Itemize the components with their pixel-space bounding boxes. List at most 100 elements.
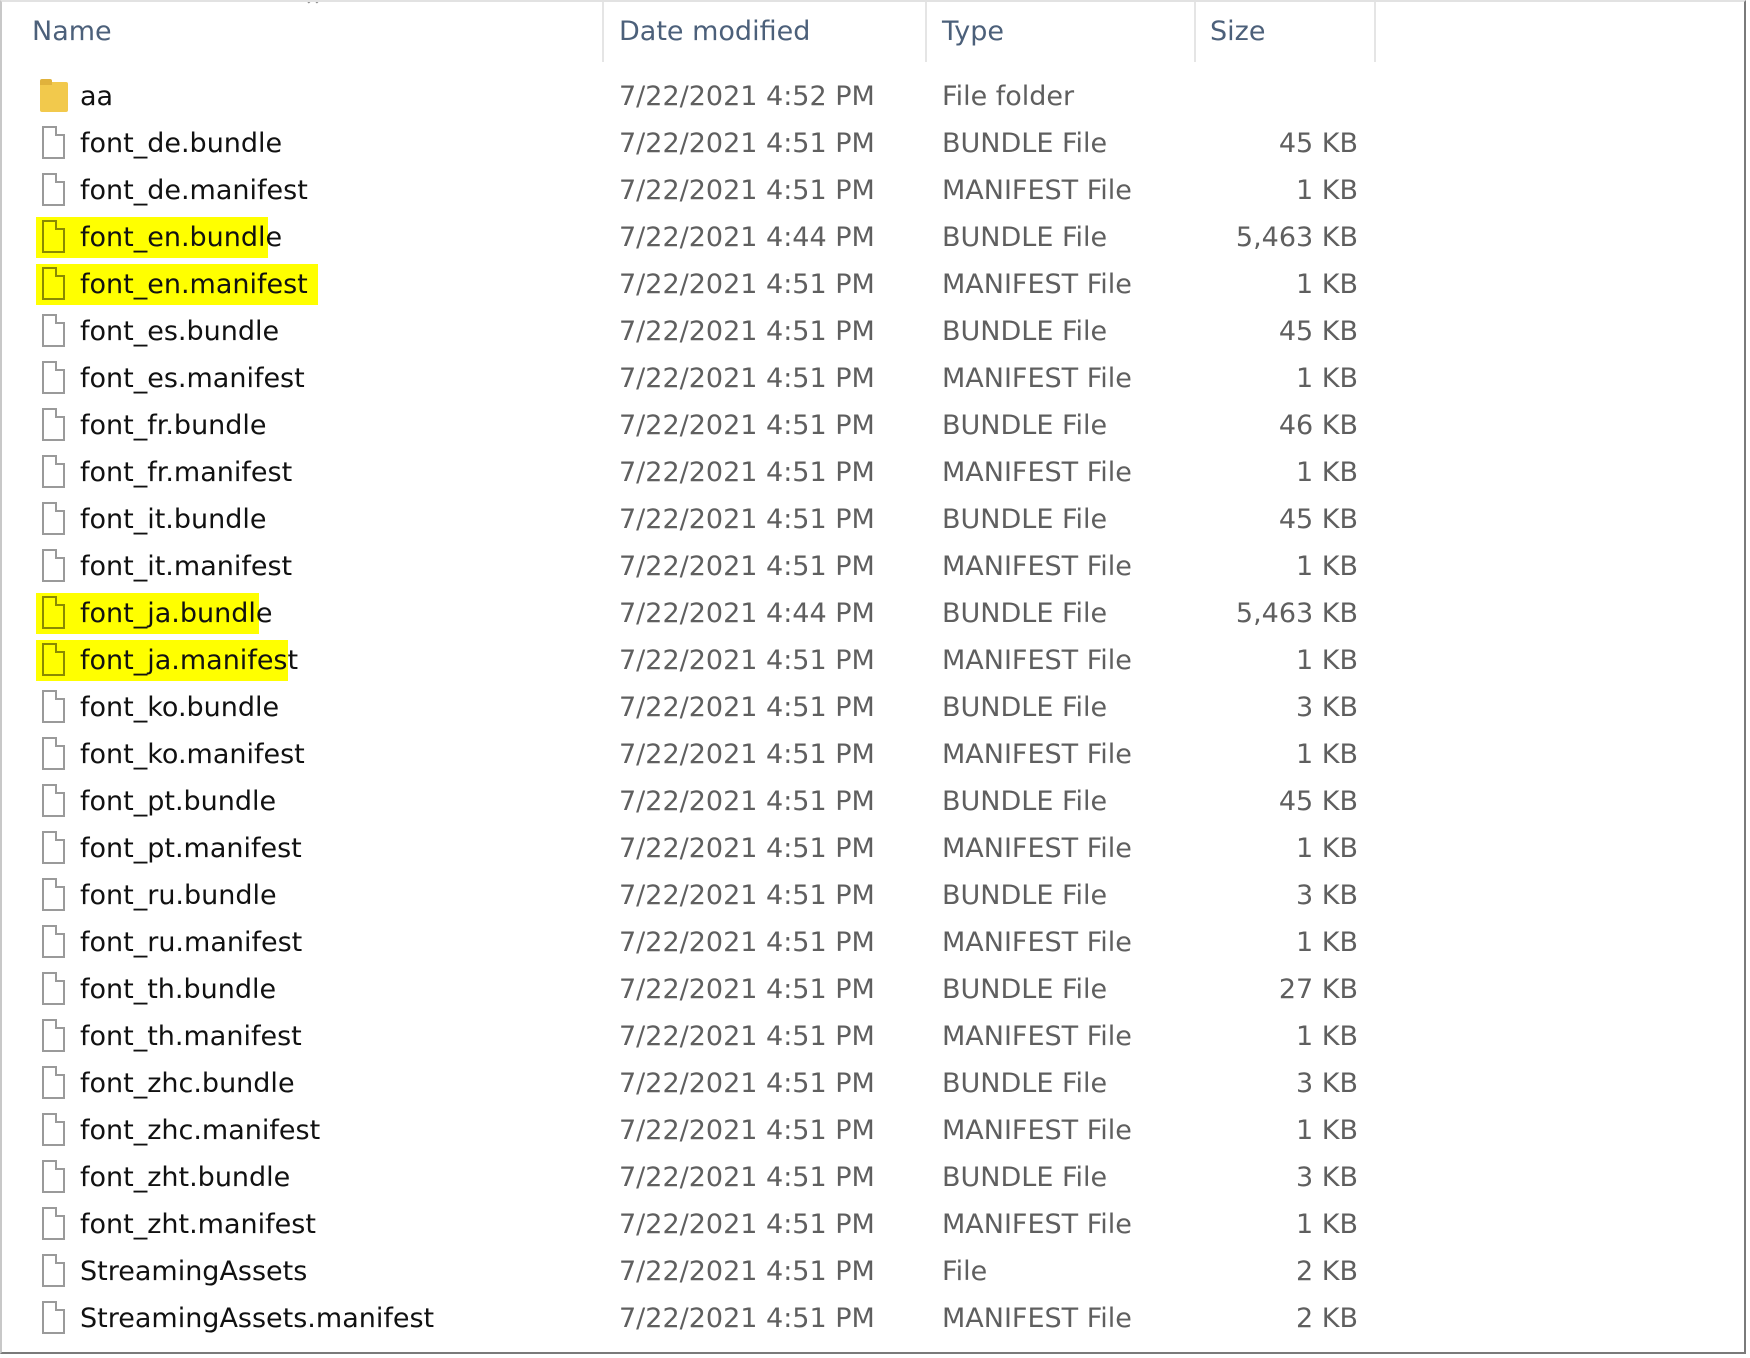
file-name: font_th.manifest [80, 1021, 302, 1052]
column-header-size-label: Size [1210, 16, 1266, 47]
file-name: font_ko.manifest [80, 739, 305, 770]
file-name: font_zht.manifest [80, 1209, 316, 1240]
file-row[interactable]: StreamingAssets 7/22/2021 4:51 PM File 2 KB [2, 1248, 1744, 1295]
file-row[interactable]: font_zht.bundle 7/22/2021 4:51 PM BUNDLE F… [2, 1154, 1744, 1201]
file-explorer-details-view: Name ⌃ Date modified Type Size aa 7/22/20… [0, 0, 1746, 1354]
file-icon [42, 1113, 65, 1146]
file-row[interactable]: font_ja.bundle 7/22/2021 4:44 PM BUNDLE Fi… [2, 590, 1744, 637]
column-header-name-label: Name [32, 16, 112, 47]
file-size: 3 KB [1296, 1068, 1358, 1099]
file-row[interactable]: font_zhc.manifest 7/22/2021 4:51 PM MANIFE… [2, 1107, 1744, 1154]
file-date-modified: 7/22/2021 4:44 PM [619, 222, 875, 253]
file-row[interactable]: font_ru.manifest 7/22/2021 4:51 PM MANIFES… [2, 919, 1744, 966]
file-type: MANIFEST File [942, 1021, 1132, 1052]
file-icon [42, 1066, 65, 1099]
file-date-modified: 7/22/2021 4:51 PM [619, 692, 875, 723]
file-row[interactable]: font_de.manifest 7/22/2021 4:51 PM MANIFES… [2, 167, 1744, 214]
column-header-date-modified[interactable]: Date modified [604, 2, 927, 62]
file-row[interactable]: aa 7/22/2021 4:52 PM File folder [2, 73, 1744, 120]
file-type: MANIFEST File [942, 1115, 1132, 1146]
file-name: font_de.manifest [80, 175, 308, 206]
file-icon [42, 690, 65, 723]
file-type: MANIFEST File [942, 551, 1132, 582]
file-icon [42, 1254, 65, 1287]
file-name: font_pt.bundle [80, 786, 277, 817]
file-size: 46 KB [1278, 410, 1358, 441]
file-size: 27 KB [1278, 974, 1358, 1005]
file-icon [42, 925, 65, 958]
file-row[interactable]: font_es.bundle 7/22/2021 4:51 PM BUNDLE Fi… [2, 308, 1744, 355]
file-row[interactable]: font_fr.bundle 7/22/2021 4:51 PM BUNDLE Fi… [2, 402, 1744, 449]
file-row[interactable]: font_th.bundle 7/22/2021 4:51 PM BUNDLE Fi… [2, 966, 1744, 1013]
file-size: 1 KB [1296, 1021, 1358, 1052]
file-icon [42, 1301, 65, 1334]
file-name: font_en.manifest [80, 269, 308, 300]
file-icon [42, 267, 65, 300]
file-row[interactable]: font_es.manifest 7/22/2021 4:51 PM MANIFES… [2, 355, 1744, 402]
file-type: MANIFEST File [942, 833, 1132, 864]
file-date-modified: 7/22/2021 4:51 PM [619, 1256, 875, 1287]
file-name: font_ja.bundle [80, 598, 273, 629]
file-date-modified: 7/22/2021 4:51 PM [619, 457, 875, 488]
file-type: File [942, 1256, 988, 1287]
file-row[interactable]: font_th.manifest 7/22/2021 4:51 PM MANIFES… [2, 1013, 1744, 1060]
file-icon [42, 126, 65, 159]
file-type: BUNDLE File [942, 880, 1108, 911]
file-row[interactable]: font_de.bundle 7/22/2021 4:51 PM BUNDLE Fi… [2, 120, 1744, 167]
file-date-modified: 7/22/2021 4:44 PM [619, 598, 875, 629]
file-type: BUNDLE File [942, 1162, 1108, 1193]
column-header-size[interactable]: Size [1196, 2, 1374, 62]
column-header-type[interactable]: Type [927, 2, 1196, 62]
column-header-type-label: Type [942, 16, 1005, 47]
file-name: font_ko.bundle [80, 692, 280, 723]
file-row[interactable]: font_ko.bundle 7/22/2021 4:51 PM BUNDLE Fi… [2, 684, 1744, 731]
file-icon [42, 1207, 65, 1240]
file-type: MANIFEST File [942, 1209, 1132, 1240]
file-type: BUNDLE File [942, 692, 1108, 723]
file-icon [42, 408, 65, 441]
file-row[interactable]: font_zht.manifest 7/22/2021 4:51 PM MANIFE… [2, 1201, 1744, 1248]
file-size [1196, 73, 1358, 120]
file-date-modified: 7/22/2021 4:51 PM [619, 1068, 875, 1099]
file-type: MANIFEST File [942, 363, 1132, 394]
file-date-modified: 7/22/2021 4:51 PM [619, 833, 875, 864]
file-row[interactable]: font_ko.manifest 7/22/2021 4:51 PM MANIFES… [2, 731, 1744, 778]
file-size: 5,463 KB [1235, 222, 1358, 253]
file-name: font_zhc.manifest [80, 1115, 321, 1146]
file-row[interactable]: font_pt.bundle 7/22/2021 4:51 PM BUNDLE Fi… [2, 778, 1744, 825]
file-row[interactable]: font_ru.bundle 7/22/2021 4:51 PM BUNDLE Fi… [2, 872, 1744, 919]
file-size: 1 KB [1296, 833, 1358, 864]
file-row[interactable]: font_en.manifest 7/22/2021 4:51 PM MANIFES… [2, 261, 1744, 308]
file-name: font_es.bundle [80, 316, 280, 347]
file-name: StreamingAssets [80, 1256, 308, 1287]
file-row[interactable]: font_zhc.bundle 7/22/2021 4:51 PM BUNDLE F… [2, 1060, 1744, 1107]
file-icon [42, 1019, 65, 1052]
file-type: MANIFEST File [942, 1303, 1132, 1334]
file-size: 2 KB [1296, 1256, 1358, 1287]
file-size: 1 KB [1296, 175, 1358, 206]
folder-icon [40, 79, 68, 112]
file-date-modified: 7/22/2021 4:51 PM [619, 1162, 875, 1193]
file-size: 1 KB [1296, 457, 1358, 488]
file-row[interactable]: font_pt.manifest 7/22/2021 4:51 PM MANIFES… [2, 825, 1744, 872]
column-divider[interactable] [1374, 2, 1376, 62]
file-date-modified: 7/22/2021 4:51 PM [619, 504, 875, 535]
column-header-date-label: Date modified [619, 16, 811, 47]
file-row[interactable]: font_it.manifest 7/22/2021 4:51 PM MANIFES… [2, 543, 1744, 590]
file-row[interactable]: font_it.bundle 7/22/2021 4:51 PM BUNDLE Fi… [2, 496, 1744, 543]
file-size: 45 KB [1278, 786, 1358, 817]
file-size: 1 KB [1296, 551, 1358, 582]
file-name: font_zht.bundle [80, 1162, 291, 1193]
file-row[interactable]: font_ja.manifest 7/22/2021 4:51 PM MANIFES… [2, 637, 1744, 684]
file-row[interactable]: font_fr.manifest 7/22/2021 4:51 PM MANIFES… [2, 449, 1744, 496]
file-type: BUNDLE File [942, 222, 1108, 253]
file-size: 5,463 KB [1235, 598, 1358, 629]
file-size: 3 KB [1296, 1162, 1358, 1193]
file-row[interactable]: font_en.bundle 7/22/2021 4:44 PM BUNDLE Fi… [2, 214, 1744, 261]
file-size: 45 KB [1278, 316, 1358, 347]
file-row[interactable]: StreamingAssets.manifest 7/22/2021 4:51 P… [2, 1295, 1744, 1342]
file-size: 3 KB [1296, 692, 1358, 723]
file-name: font_fr.bundle [80, 410, 267, 441]
file-icon [42, 737, 65, 770]
column-header-bar: Name ⌃ Date modified Type Size [2, 2, 1744, 70]
